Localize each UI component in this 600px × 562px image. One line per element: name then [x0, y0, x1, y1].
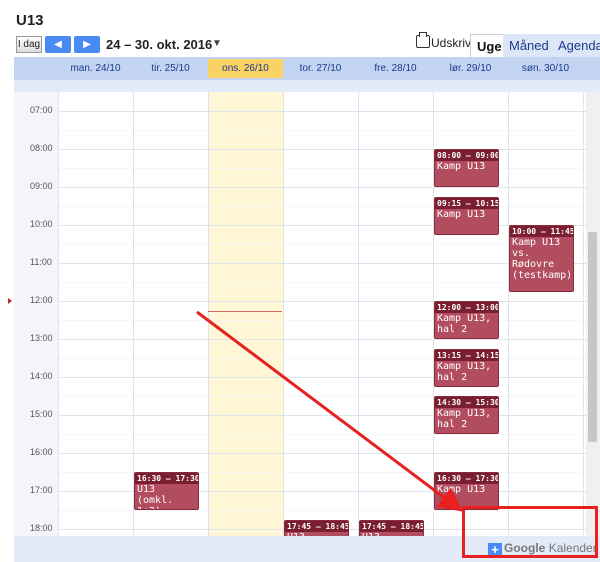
date-range: 24 – 30. okt. 2016	[106, 37, 213, 52]
calendar-event[interactable]: 17:45 – 18:45U13 (omkl. 6)	[284, 519, 349, 536]
day-header[interactable]: lør. 29/10	[433, 59, 508, 78]
day-header[interactable]: tor. 27/10	[283, 59, 358, 78]
event-title: Kamp U13, hal 2	[437, 360, 492, 383]
event-time: 12:00 – 13:00	[435, 302, 499, 313]
event-time: 17:45 – 18:45	[360, 520, 424, 532]
calendar-title: U13	[16, 12, 44, 29]
event-title: Kamp U13 vs. Rødovre (testkamp)	[512, 237, 573, 281]
tab-month[interactable]: Måned	[503, 34, 555, 58]
day-header[interactable]: tir. 25/10	[133, 59, 208, 78]
calendar-event[interactable]: 13:15 – 14:15 Kamp U13, hal 2	[434, 348, 499, 387]
calendar-event[interactable]: 16:30 – 17:30 Kamp U13	[434, 472, 499, 510]
calendar-event[interactable]: 17:45 – 18:45U13 (omkl. 1+2)	[359, 519, 424, 536]
calendar-event[interactable]: 08:00 – 09:00 Kamp U13	[434, 149, 499, 187]
half-hour-gridline	[58, 282, 586, 283]
hour-gridline	[58, 225, 586, 226]
half-hour-gridline	[58, 244, 586, 245]
calendar-event[interactable]: 14:30 – 15:30 Kamp U13, hal 2	[434, 396, 499, 434]
time-label: 18:00	[30, 523, 53, 533]
time-label: 10:00	[30, 219, 53, 229]
next-week-button[interactable]: ▶	[74, 36, 100, 53]
grid-scrollbar[interactable]	[586, 92, 600, 536]
day-column-divider	[58, 92, 59, 536]
day-column-divider	[208, 92, 209, 536]
half-hour-gridline	[58, 130, 586, 131]
half-hour-gridline	[58, 434, 586, 435]
event-time: 10:00 – 11:45	[510, 226, 574, 237]
time-label: 13:00	[30, 333, 53, 343]
event-time: 08:00 – 09:00	[435, 150, 499, 161]
half-hour-gridline	[58, 206, 586, 207]
event-time: 16:30 – 17:30	[435, 473, 499, 484]
half-hour-gridline	[58, 320, 586, 321]
hour-gridline	[58, 377, 586, 378]
day-header[interactable]: søn. 30/10	[508, 59, 583, 78]
hour-gridline	[58, 187, 586, 188]
time-label: 15:00	[30, 409, 53, 419]
event-title: Kamp U13	[437, 208, 486, 220]
event-title: Kamp U13, hal 2	[437, 408, 492, 430]
time-label: 09:00	[30, 181, 53, 191]
event-title: U13 (omkl. 1+2)	[137, 484, 174, 509]
date-picker-dropdown-icon[interactable]: ▼	[212, 38, 222, 49]
event-title: Kamp U13	[437, 484, 486, 495]
time-label: 14:00	[30, 371, 53, 381]
day-header-today[interactable]: ons. 26/10	[208, 59, 283, 78]
tab-agenda[interactable]: Agenda	[552, 34, 600, 58]
event-title: Kamp U13	[437, 161, 486, 172]
event-time: 17:45 – 18:45	[285, 520, 349, 532]
time-label: 08:00	[30, 143, 53, 153]
event-time: 16:30 – 17:30	[135, 473, 199, 484]
today-column	[208, 92, 284, 536]
event-time: 09:15 – 10:15	[435, 197, 499, 209]
event-title: Kamp U13, hal 2	[437, 313, 492, 335]
time-label: 17:00	[30, 485, 53, 495]
day-column-divider	[358, 92, 359, 536]
time-label: 11:00	[30, 257, 52, 267]
printer-icon	[416, 32, 430, 48]
hour-gridline	[58, 111, 586, 112]
calendar-event[interactable]: 10:00 – 11:45 Kamp U13 vs. Rødovre (testk…	[509, 225, 574, 292]
print-label: Udskriv	[431, 36, 472, 50]
day-header[interactable]: man. 24/10	[58, 59, 133, 78]
time-grid[interactable]: 07:00 08:00 09:00 10:00 11:00 12:00 13:00 14:00…	[14, 92, 586, 536]
prev-week-button[interactable]: ◀	[45, 36, 71, 53]
calendar-event[interactable]: 09:15 – 10:15 Kamp U13	[434, 196, 499, 235]
print-button[interactable]: Udskriv	[416, 32, 472, 50]
current-time-marker	[8, 298, 12, 304]
day-column-divider	[508, 92, 509, 536]
calendar-event[interactable]: 12:00 – 13:00 Kamp U13, hal 2	[434, 301, 499, 339]
time-label: 07:00	[30, 105, 53, 115]
hour-gridline	[58, 339, 586, 340]
time-label: 16:00	[30, 447, 53, 457]
event-time: 14:30 – 15:30	[435, 397, 499, 408]
half-hour-gridline	[58, 358, 586, 359]
day-header-row: man. 24/10 tir. 25/10 ons. 26/10 tor. 27…	[14, 57, 600, 80]
half-hour-gridline	[58, 396, 586, 397]
current-time-line	[208, 310, 282, 312]
hour-gridline	[58, 263, 586, 264]
day-column-divider	[133, 92, 134, 536]
today-button[interactable]: I dag	[16, 36, 42, 53]
day-column-divider	[583, 92, 584, 536]
hour-gridline	[58, 415, 586, 416]
chevron-left-icon: ◀	[54, 39, 62, 50]
time-gutter	[14, 92, 58, 536]
event-time: 13:15 – 14:15	[435, 349, 499, 361]
time-label: 12:00	[30, 295, 53, 305]
day-header[interactable]: fre. 28/10	[358, 59, 433, 78]
half-hour-gridline	[58, 168, 586, 169]
chevron-right-icon: ▶	[83, 39, 91, 50]
annotation-highlight-box	[462, 506, 598, 558]
calendar-frame: U13 I dag ◀ ▶ 24 – 30. okt. 2016 ▼ Udskr…	[8, 10, 600, 562]
calendar-event[interactable]: 16:30 – 17:30U13 (omkl. 1+2)	[134, 472, 199, 510]
hour-gridline	[58, 301, 586, 302]
scrollbar-thumb[interactable]	[588, 232, 597, 442]
day-column-divider	[283, 92, 284, 536]
hour-gridline	[58, 149, 586, 150]
hour-gridline	[58, 453, 586, 454]
